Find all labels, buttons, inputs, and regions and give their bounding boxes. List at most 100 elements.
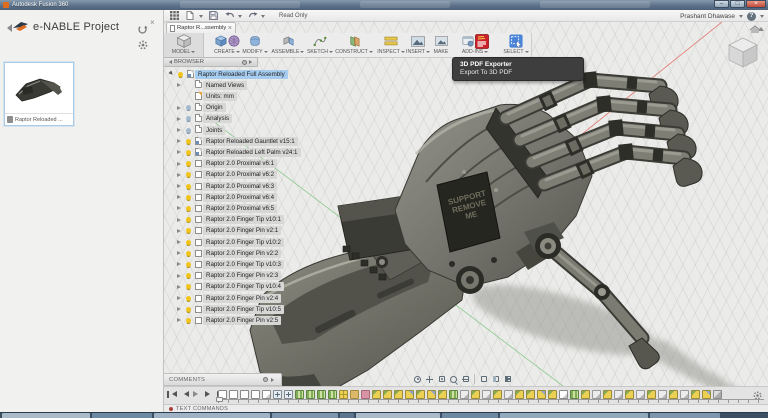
browser-item-label[interactable]: Raptor Reloaded Gauntlet v15:1 [203, 137, 298, 146]
browser-item[interactable]: Origin [176, 103, 226, 113]
visibility-bulb-icon[interactable] [184, 128, 193, 133]
timeline-feature-jy[interactable] [625, 390, 634, 399]
visibility-bulb-icon[interactable] [184, 195, 193, 200]
browser-item-label[interactable]: Named Views [203, 81, 247, 90]
timeline-feature-jv[interactable] [537, 390, 546, 399]
timeline-feature-blank[interactable] [240, 390, 249, 399]
browser-item-label[interactable]: Raptor 2.0 Finger Tip v10:5 [203, 305, 284, 314]
timeline-feature-sdoc[interactable] [680, 390, 689, 399]
comments-expand-chevron[interactable] [271, 378, 276, 382]
tab-modify[interactable]: MODIFY [238, 33, 272, 58]
timeline-feature-jy[interactable] [471, 390, 480, 399]
help-caret[interactable] [760, 15, 764, 20]
browser-item[interactable]: Raptor 2.0 Proximal v6:2 [176, 170, 277, 180]
visibility-bulb-icon[interactable] [184, 228, 193, 233]
apps-grid-icon[interactable] [170, 11, 180, 20]
timeline-feature-jy[interactable] [603, 390, 612, 399]
file-menu-icon[interactable] [186, 11, 196, 20]
browser-item-label[interactable]: Units: mm [203, 92, 237, 101]
visibility-bulb-icon[interactable] [184, 318, 193, 323]
browser-item[interactable]: Raptor 2.0 Finger Pin v2:5 [176, 315, 281, 325]
timeline-feature-jy[interactable] [526, 390, 535, 399]
expand-arrow-icon[interactable] [176, 195, 184, 199]
visibility-bulb-icon[interactable] [184, 307, 193, 312]
maximize-button[interactable]: □ [730, 0, 745, 8]
expand-arrow-icon[interactable] [176, 285, 184, 289]
timeline-position-handle[interactable] [216, 397, 223, 402]
timeline-feature-jg[interactable] [570, 390, 579, 399]
expand-arrow-icon[interactable] [176, 83, 184, 87]
browser-item-label[interactable]: Raptor 2.0 Proximal v6:1 [203, 159, 277, 168]
look-at-icon[interactable] [437, 375, 446, 384]
expand-arrow-icon[interactable] [176, 139, 184, 143]
visibility-bulb-icon[interactable] [184, 206, 193, 211]
visibility-bulb-icon[interactable] [184, 172, 193, 177]
timeline-feature-jg[interactable] [328, 390, 337, 399]
visibility-bulb-icon[interactable] [184, 262, 193, 267]
browser-item[interactable]: Raptor Reloaded Gauntlet v15:1 [176, 136, 298, 146]
timeline-feature-jy[interactable] [394, 390, 403, 399]
taskbar-window-button[interactable] [356, 413, 440, 418]
browser-item[interactable]: Named Views [176, 80, 247, 90]
comments-bar[interactable]: COMMENTS [164, 373, 282, 386]
taskbar-window-button[interactable] [442, 413, 498, 418]
document-tab[interactable]: Raptor R...ssembly* × [166, 22, 236, 33]
expand-arrow-icon[interactable] [176, 184, 184, 188]
pan-icon[interactable] [425, 375, 434, 384]
timeline-feature-jy[interactable] [669, 390, 678, 399]
step-forward-button[interactable] [203, 390, 212, 399]
browser-display-icon[interactable] [242, 60, 247, 65]
browser-item[interactable]: Raptor 2.0 Finger Pin v2:4 [176, 293, 281, 303]
timeline-feature-jg[interactable] [306, 390, 315, 399]
timeline-feature-end[interactable] [713, 390, 722, 399]
browser-collapse-icon[interactable] [167, 60, 172, 64]
taskbar-window-button[interactable] [154, 413, 270, 418]
browser-item-label[interactable]: Raptor 2.0 Proximal v6:3 [203, 182, 277, 191]
timeline-feature-jy[interactable] [647, 390, 656, 399]
user-menu[interactable]: Prashant Dhawase [680, 13, 735, 20]
expand-arrow-icon[interactable] [176, 162, 184, 166]
browser-item-label[interactable]: Raptor 2.0 Proximal v6:4 [203, 193, 277, 202]
timeline-feature-move[interactable] [284, 390, 293, 399]
visibility-bulb-icon[interactable] [176, 72, 185, 77]
tab-model[interactable]: MODEL [164, 33, 204, 58]
save-icon[interactable] [209, 11, 219, 20]
tab-add-ins[interactable]: ADD-INS [454, 33, 496, 58]
visibility-bulb-icon[interactable] [184, 105, 193, 110]
timeline-feature-jy[interactable] [581, 390, 590, 399]
fit-icon[interactable] [461, 375, 470, 384]
file-menu-caret[interactable] [199, 15, 203, 20]
timeline-feature-jy[interactable] [493, 390, 502, 399]
expand-arrow-icon[interactable] [176, 318, 184, 322]
timeline-feature-pink[interactable] [361, 390, 370, 399]
viewcube[interactable] [724, 24, 764, 72]
browser-item-label[interactable]: Raptor 2.0 Finger Pin v2:1 [203, 226, 281, 235]
zoom-icon[interactable] [449, 375, 458, 384]
text-commands-bar[interactable]: TEXT COMMANDS [164, 404, 768, 412]
browser-item[interactable]: Raptor 2.0 Proximal v6:4 [176, 192, 277, 202]
skip-to-start-button[interactable] [167, 390, 176, 399]
tab-select[interactable]: SELECT [500, 33, 532, 58]
timeline-feature-jv[interactable] [427, 390, 436, 399]
browser-item[interactable]: Joints [176, 125, 225, 135]
expand-arrow-icon[interactable] [176, 128, 184, 132]
browser-item[interactable]: Raptor Reloaded Left Palm v24:1 [176, 147, 301, 157]
timeline-feature-sdoc[interactable] [460, 390, 469, 399]
browser-item[interactable]: Raptor Reloaded Full Assembly [168, 69, 288, 79]
undo-icon[interactable] [225, 11, 235, 20]
layout-icon[interactable] [491, 375, 500, 384]
timeline-feature-jy[interactable] [372, 390, 381, 399]
timeline-feature-jy[interactable] [438, 390, 447, 399]
expand-arrow-icon[interactable] [176, 307, 184, 311]
timeline-scrubber[interactable] [218, 399, 764, 403]
browser-item-label[interactable]: Raptor Reloaded Full Assembly [195, 70, 288, 79]
visibility-bulb-icon[interactable] [184, 139, 193, 144]
browser-item-label[interactable]: Raptor 2.0 Finger Pin v2:5 [203, 316, 281, 325]
expand-arrow-icon[interactable] [176, 206, 184, 210]
timeline-feature-grid[interactable] [339, 390, 348, 399]
redo-icon[interactable] [248, 11, 258, 20]
browser-item[interactable]: Raptor 2.0 Proximal v6:1 [176, 159, 277, 169]
visibility-bulb-icon[interactable] [184, 116, 193, 121]
browser-item-label[interactable]: Joints [203, 126, 225, 135]
browser-expand-chevron[interactable] [249, 60, 254, 64]
